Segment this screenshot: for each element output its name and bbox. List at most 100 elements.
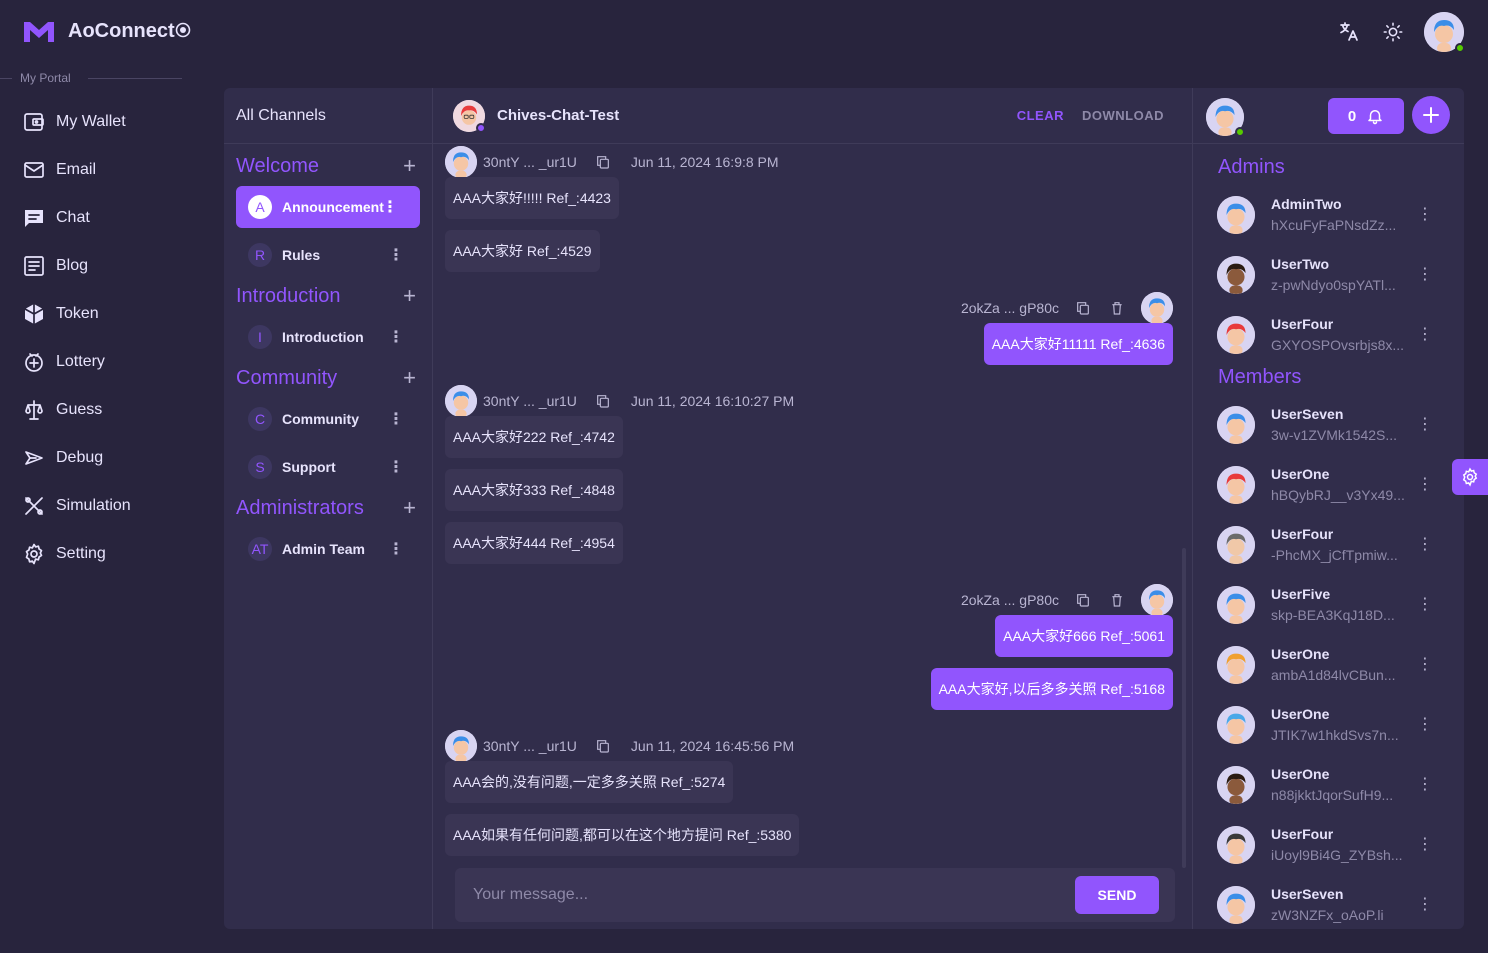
more-vert-icon[interactable]: ⋮: [1417, 474, 1433, 494]
nav-item-guess[interactable]: Guess: [0, 386, 200, 434]
translate-icon[interactable]: [1336, 19, 1362, 45]
channel-label: Introduction: [282, 329, 364, 345]
member-address: ambA1d84lvCBun...: [1271, 667, 1396, 683]
channel-item-announcement[interactable]: A Announcement ⋮: [236, 186, 420, 228]
incoming-message-bubble[interactable]: AAA如果有任何问题,都可以在这个地方提问 Ref_:5380: [445, 814, 800, 856]
current-user-avatar[interactable]: [1206, 98, 1245, 137]
member-item[interactable]: UserTwo z-pwNdyo0spYATl... ⋮: [1193, 246, 1464, 306]
channel-item-admin-team[interactable]: AT Admin Team ⋮: [236, 528, 420, 570]
nav-item-debug[interactable]: Debug: [0, 434, 200, 482]
more-vert-icon[interactable]: ⋮: [388, 539, 404, 559]
delete-icon[interactable]: [1109, 300, 1125, 316]
nav-item-simulation[interactable]: Simulation: [0, 482, 200, 530]
member-item[interactable]: UserSeven 3w-v1ZVMk1542S... ⋮: [1193, 396, 1464, 456]
member-item[interactable]: UserOne n88jkktJqorSufH9... ⋮: [1193, 756, 1464, 816]
delete-icon[interactable]: [1109, 592, 1125, 608]
more-vert-icon[interactable]: ⋮: [388, 245, 404, 265]
download-button[interactable]: DOWNLOAD: [1082, 108, 1164, 123]
sender-avatar[interactable]: [445, 385, 477, 417]
more-vert-icon[interactable]: ⋮: [1417, 894, 1433, 914]
outgoing-message-bubble[interactable]: AAA大家好666 Ref_:5061: [995, 615, 1173, 657]
more-vert-icon[interactable]: ⋮: [1417, 834, 1433, 854]
incoming-message-bubble[interactable]: AAA会的,没有问题,一定多多关照 Ref_:5274: [445, 761, 734, 803]
add-channel-icon[interactable]: +: [403, 283, 416, 309]
send-button[interactable]: SEND: [1075, 876, 1159, 914]
more-vert-icon[interactable]: ⋮: [1417, 534, 1433, 554]
outgoing-message-bubble[interactable]: AAA大家好,以后多多关照 Ref_:5168: [930, 668, 1173, 710]
member-name: UserFour: [1271, 526, 1334, 542]
nav-item-label: Guess: [56, 401, 103, 418]
channel-item-introduction[interactable]: I Introduction ⋮: [236, 316, 420, 358]
channel-item-rules[interactable]: R Rules ⋮: [236, 234, 420, 276]
member-item[interactable]: UserOne hBQybRJ__v3Yx49... ⋮: [1193, 456, 1464, 516]
member-item[interactable]: AdminTwo hXcuFyFaPNsdZz... ⋮: [1193, 186, 1464, 246]
copy-icon[interactable]: [595, 738, 611, 754]
member-item[interactable]: UserFour GXYOSPOvsrbjs8x... ⋮: [1193, 306, 1464, 366]
more-vert-icon[interactable]: ⋮: [1417, 264, 1433, 284]
channel-letter-avatar: R: [248, 243, 272, 267]
incoming-message-bubble[interactable]: AAA大家好!!!!! Ref_:4423: [445, 177, 619, 219]
nav-item-setting[interactable]: Setting: [0, 530, 200, 578]
sender-avatar[interactable]: [1141, 292, 1173, 324]
member-address: skp-BEA3KqJ18D...: [1271, 607, 1395, 623]
app-logo[interactable]: AoConnect: [22, 18, 191, 44]
nav-item-lottery[interactable]: Lottery: [0, 338, 200, 386]
member-name: UserOne: [1271, 766, 1330, 782]
incoming-message-bubble[interactable]: AAA大家好444 Ref_:4954: [445, 522, 623, 564]
message-scrollbar[interactable]: [1182, 548, 1186, 868]
member-avatar: [1217, 196, 1255, 234]
sender-avatar[interactable]: [445, 146, 477, 178]
member-item[interactable]: UserFour -PhcMX_jCfTpmiw... ⋮: [1193, 516, 1464, 576]
clear-button[interactable]: CLEAR: [1017, 108, 1064, 123]
more-vert-icon[interactable]: ⋮: [388, 457, 404, 477]
more-vert-icon[interactable]: ⋮: [1417, 714, 1433, 734]
nav-item-chat[interactable]: Chat: [0, 194, 200, 242]
more-vert-icon[interactable]: ⋮: [1417, 204, 1433, 224]
member-item[interactable]: UserOne JTIK7w1hkdSvs7n... ⋮: [1193, 696, 1464, 756]
more-vert-icon[interactable]: ⋮: [388, 409, 404, 429]
more-vert-icon[interactable]: ⋮: [382, 197, 398, 217]
notifications-button[interactable]: 0: [1328, 98, 1404, 134]
outgoing-message-bubble[interactable]: AAA大家好11111 Ref_:4636: [983, 323, 1173, 365]
copy-icon[interactable]: [1075, 300, 1091, 316]
add-channel-icon[interactable]: +: [403, 153, 416, 179]
user-avatar[interactable]: [1424, 12, 1465, 53]
more-vert-icon[interactable]: ⋮: [388, 327, 404, 347]
message-input[interactable]: [455, 868, 1055, 922]
copy-icon[interactable]: [595, 154, 611, 170]
member-item[interactable]: UserFive skp-BEA3KqJ18D... ⋮: [1193, 576, 1464, 636]
settings-fab[interactable]: [1452, 459, 1488, 495]
more-vert-icon[interactable]: ⋮: [1417, 654, 1433, 674]
copy-icon[interactable]: [1075, 592, 1091, 608]
more-vert-icon[interactable]: ⋮: [1417, 324, 1433, 344]
message-list[interactable]: 30ntY ... _ur1U Jun 11, 2024 16:9:8 PM AAA…: [433, 144, 1193, 864]
sender-avatar[interactable]: [1141, 584, 1173, 616]
channel-group-title: Welcome: [236, 154, 319, 177]
nav-item-token[interactable]: Token: [0, 290, 200, 338]
theme-toggle-icon[interactable]: [1380, 19, 1406, 45]
more-vert-icon[interactable]: ⋮: [1417, 414, 1433, 434]
add-channel-icon[interactable]: +: [403, 495, 416, 521]
channel-label: Rules: [282, 247, 321, 263]
member-item[interactable]: UserOne ambA1d84lvCBun... ⋮: [1193, 636, 1464, 696]
channels-header: All Channels: [224, 88, 432, 144]
blog-icon: [24, 256, 44, 276]
incoming-message-bubble[interactable]: AAA大家好 Ref_:4529: [445, 230, 600, 272]
channel-avatar[interactable]: [453, 99, 486, 133]
incoming-message-bubble[interactable]: AAA大家好333 Ref_:4848: [445, 469, 623, 511]
copy-icon[interactable]: [595, 393, 611, 409]
channel-item-community[interactable]: C Community ⋮: [236, 398, 420, 440]
incoming-message-bubble[interactable]: AAA大家好222 Ref_:4742: [445, 416, 623, 458]
nav-item-my-wallet[interactable]: My Wallet: [0, 98, 200, 146]
add-channel-icon[interactable]: +: [403, 365, 416, 391]
nav-item-email[interactable]: Email: [0, 146, 200, 194]
member-item[interactable]: UserSeven zW3NZFx_oAoP.li ⋮: [1193, 876, 1464, 929]
channel-item-support[interactable]: S Support ⋮: [236, 446, 420, 488]
add-member-button[interactable]: [1412, 96, 1450, 134]
sender-avatar[interactable]: [445, 730, 477, 762]
more-vert-icon[interactable]: ⋮: [1417, 774, 1433, 794]
member-item[interactable]: UserFour iUoyl9Bi4G_ZYBsh... ⋮: [1193, 816, 1464, 876]
more-vert-icon[interactable]: ⋮: [1417, 594, 1433, 614]
nav-item-blog[interactable]: Blog: [0, 242, 200, 290]
members-header: 0: [1193, 88, 1464, 144]
